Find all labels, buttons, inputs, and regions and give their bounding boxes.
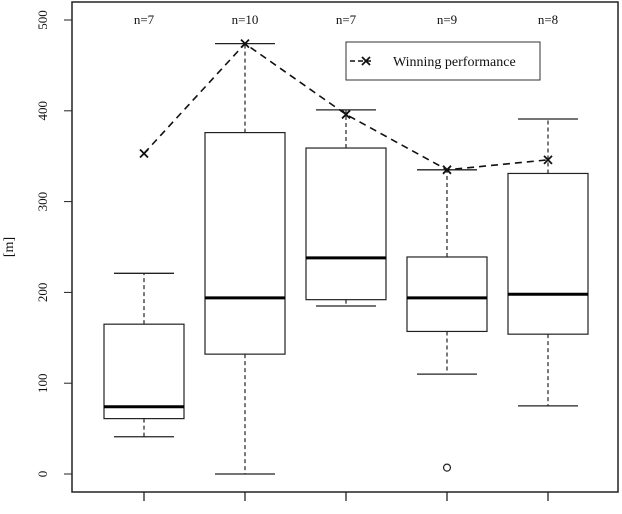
y-axis-label: [m]: [2, 237, 17, 257]
box-group: [103, 272, 185, 438]
boxplot-chart: 0 100 200 300 400 500 [m] n=7 n=10 n=7 n=9 n=8 Wi…: [2, 1, 619, 501]
count-label: n=9: [437, 12, 457, 27]
count-label: n=8: [538, 12, 558, 27]
box-iqr: [204, 131, 286, 355]
count-label: n=7: [336, 12, 357, 27]
box-group: [204, 42, 286, 475]
y-tick-label: 300: [35, 192, 50, 212]
outlier-point: [442, 463, 452, 472]
count-label: n=10: [232, 12, 259, 27]
box-iqr: [406, 256, 488, 333]
y-tick-label: 0: [35, 471, 50, 478]
box-group: [305, 109, 387, 307]
box-iqr: [305, 147, 387, 301]
count-label: n=7: [134, 12, 155, 27]
y-tick-label: 400: [35, 101, 50, 121]
y-tick-label: 200: [35, 283, 50, 303]
legend-label: Winning performance: [393, 55, 516, 70]
x-axis: [143, 492, 549, 501]
count-labels: n=7 n=10 n=7 n=9 n=8: [134, 12, 558, 27]
box-group: [406, 169, 488, 472]
box-iqr: [507, 172, 589, 335]
y-tick-label: 500: [35, 10, 50, 30]
y-axis: 0 100 200 300 400 500: [35, 10, 72, 477]
x-marker-point: [139, 148, 149, 159]
box-iqr: [103, 323, 185, 420]
legend: Winning performance: [345, 41, 541, 81]
boxes: [103, 42, 589, 475]
y-tick-label: 100: [35, 373, 50, 393]
